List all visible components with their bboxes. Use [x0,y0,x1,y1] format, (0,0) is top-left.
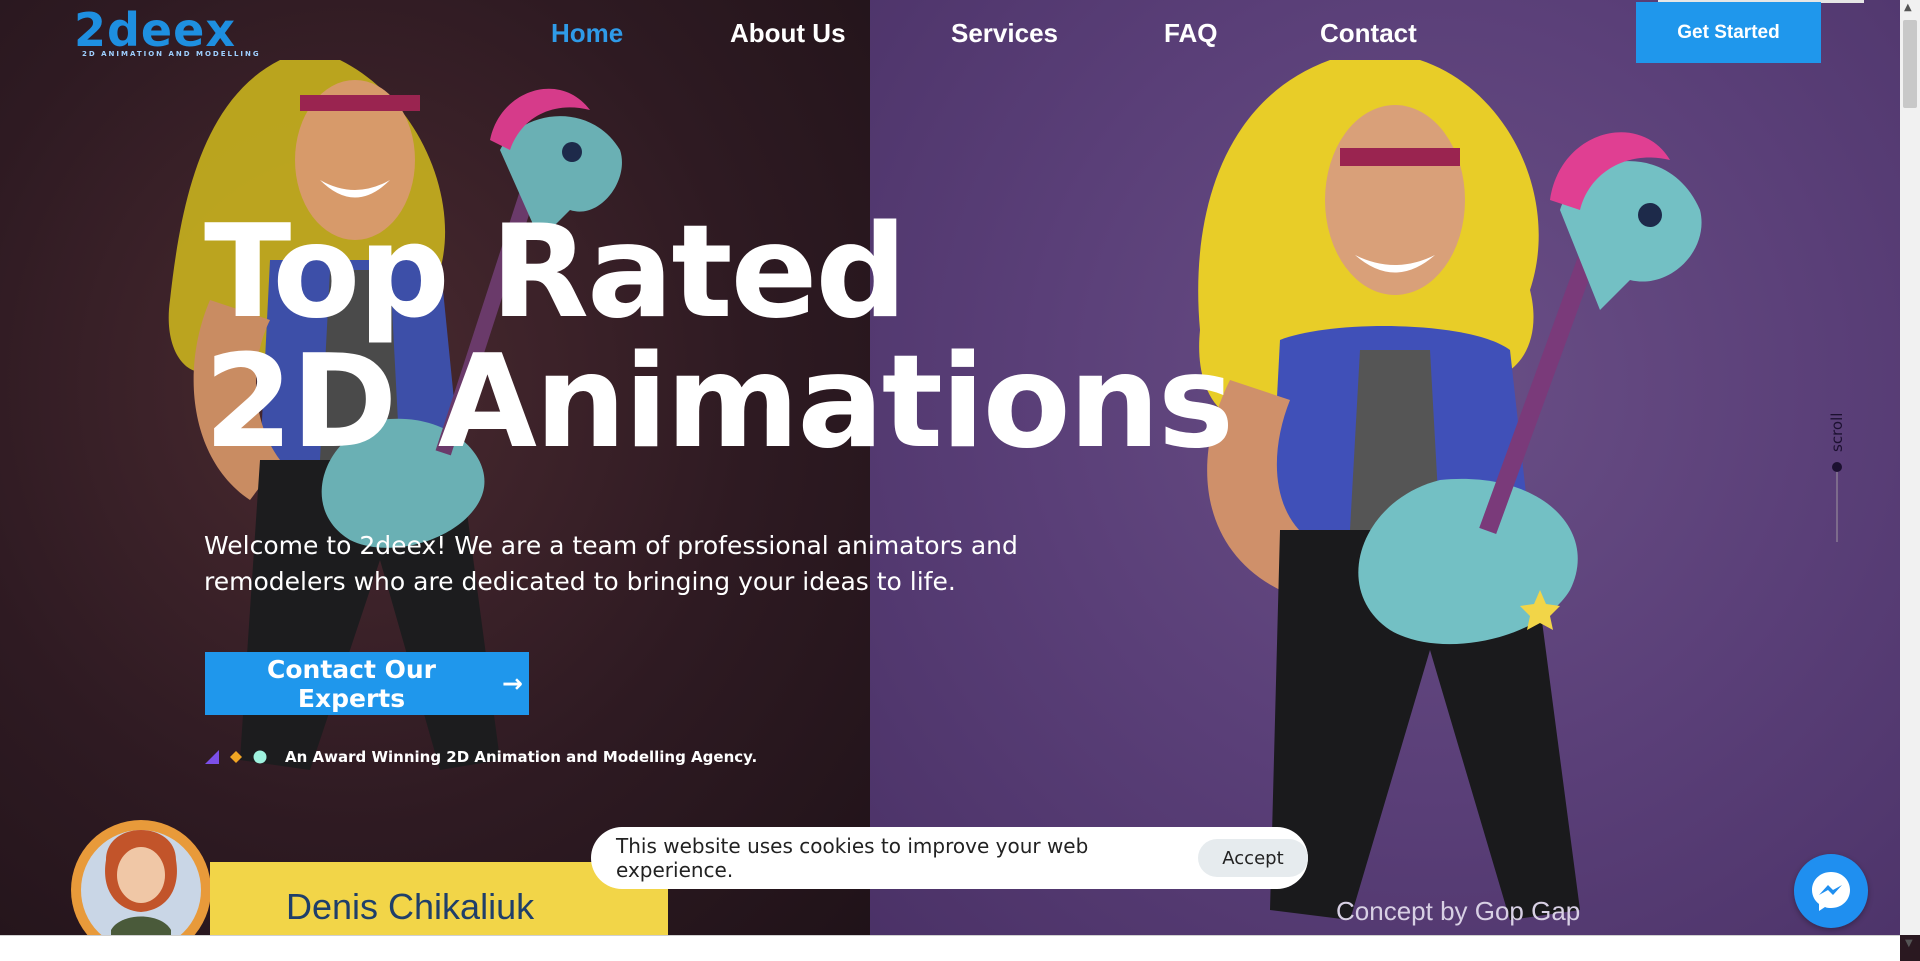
award-text: An Award Winning 2D Animation and Modell… [285,748,758,766]
scrollbar-thumb[interactable] [1903,20,1917,108]
diamond-icon [230,751,242,763]
messenger-icon [1812,872,1850,911]
award-tagline: An Award Winning 2D Animation and Modell… [205,748,757,766]
scroll-down-icon[interactable]: ▼ [1905,938,1913,949]
get-started-button[interactable]: Get Started [1636,2,1821,63]
cookie-message: This website uses cookies to improve you… [616,834,1089,882]
scroll-up-icon[interactable]: ▲ [1904,2,1912,13]
scroll-dot [1832,462,1842,472]
hero-headline-line-2: 2D Animations [204,328,1234,477]
hero-intro-line-2: remodelers who are dedicated to bringing… [204,567,956,596]
hero-headline-line-1: Top Rated [204,198,907,347]
cookie-banner: This website uses cookies to improve you… [591,827,1308,889]
nav-item-faq[interactable]: FAQ [1164,18,1217,49]
hero-section [0,0,1920,960]
page-scrollbar[interactable]: ▲ [1900,0,1920,935]
nav-item-home[interactable]: Home [551,18,623,49]
avatar-badge [71,820,211,950]
cta-label: Contact Our Experts [267,654,437,713]
hero-character-right-image [1198,60,1702,920]
scroll-indicator[interactable]: scroll [1822,400,1852,550]
main-navigation: Home About Us Services FAQ Contact [0,18,1920,58]
hero-intro-line-1: Welcome to 2deex! We are a team of profe… [204,531,1018,560]
triangle-icon [205,750,219,764]
messenger-chat-button[interactable] [1794,854,1868,928]
scroll-line [1836,468,1838,542]
nav-item-contact[interactable]: Contact [1320,18,1417,49]
hero-headline: Top Rated 2D Animations [204,198,1234,477]
arrow-right-icon: → [502,669,523,698]
concept-credit: Concept by Gop Gap [1336,896,1581,926]
nav-item-about-us[interactable]: About Us [730,18,846,49]
circle-icon [253,750,267,764]
nav-item-services[interactable]: Services [951,18,1058,49]
cookie-accept-button[interactable]: Accept [1197,839,1308,877]
bottom-horizontal-strip [0,935,1900,961]
banner-name: Denis Chikaliuk [286,886,535,927]
contact-our-experts-button[interactable]: Contact Our Experts → [205,652,529,715]
scroll-label: scroll [1828,412,1846,452]
hero-intro-text: Welcome to 2deex! We are a team of profe… [204,528,1064,600]
